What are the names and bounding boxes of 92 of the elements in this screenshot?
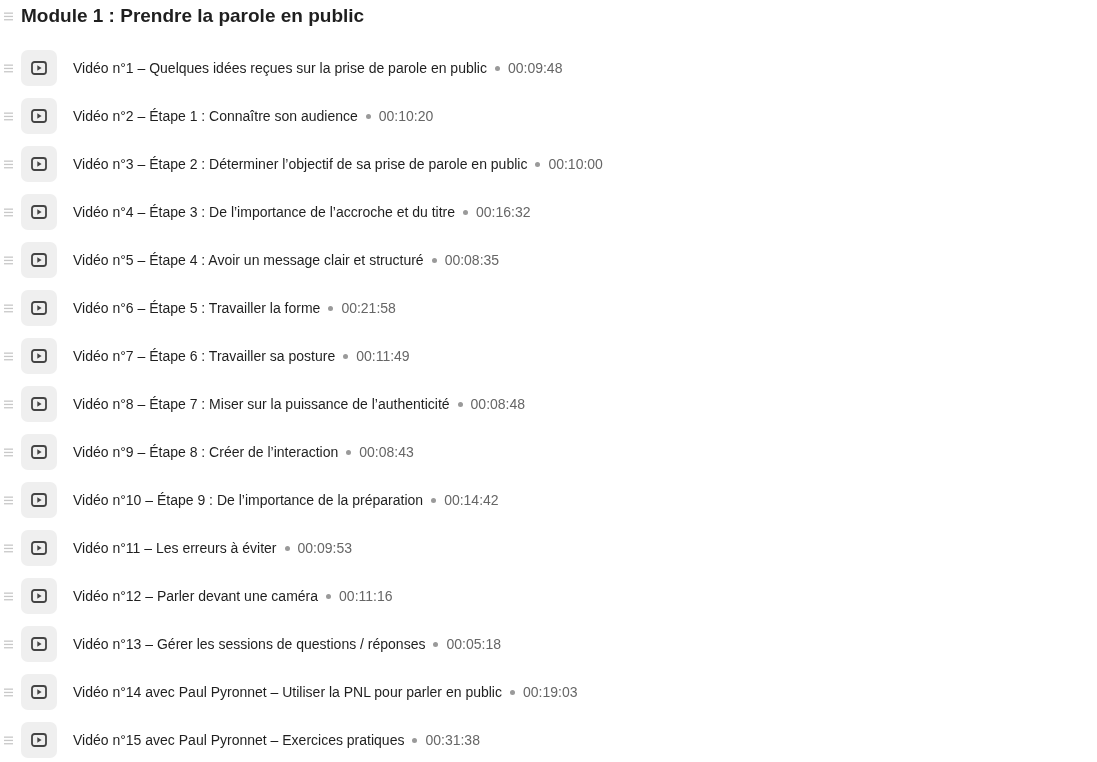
play-icon [31, 493, 47, 507]
lesson-title[interactable]: Vidéo n°2 – Étape 1 : Connaître son audience [73, 105, 358, 127]
drag-handle-icon[interactable] [4, 495, 13, 505]
separator-dot [509, 689, 515, 695]
drag-handle-icon[interactable] [4, 303, 13, 313]
separator-dot [284, 545, 290, 551]
video-button[interactable] [21, 530, 57, 566]
separator-dot [535, 161, 541, 167]
video-button[interactable] [21, 386, 57, 422]
separator-dot [433, 641, 439, 647]
lesson-title[interactable]: Vidéo n°9 – Étape 8 : Créer de l’interaction [73, 441, 339, 463]
duration: 00:05:18 [446, 634, 501, 654]
play-icon [31, 301, 47, 315]
play-icon [31, 445, 47, 459]
duration: 00:08:48 [470, 394, 526, 414]
module-title: Module 1 : Prendre la parole en public [21, 4, 365, 28]
drag-handle-icon[interactable] [4, 639, 13, 649]
lesson-title[interactable]: Vidéo n°13 – Gérer les sessions de questions / réponses [73, 633, 426, 655]
drag-handle-icon[interactable] [4, 255, 13, 265]
play-icon [31, 637, 47, 651]
play-icon [31, 397, 47, 411]
play-icon [31, 733, 47, 747]
duration: 00:10:20 [378, 106, 434, 126]
video-button[interactable] [21, 434, 57, 470]
lesson-title[interactable]: Vidéo n°15 avec Paul Pyronnet – Exercices pratiques [73, 729, 405, 751]
video-button[interactable] [21, 290, 57, 326]
lesson-title[interactable]: Vidéo n°6 – Étape 5 : Travailler la forme [73, 297, 321, 319]
drag-handle-icon[interactable] [4, 351, 13, 361]
separator-dot [343, 353, 349, 359]
separator-dot [328, 305, 334, 311]
separator-dot [365, 113, 371, 119]
video-button[interactable] [21, 722, 57, 758]
play-icon [31, 157, 47, 171]
drag-handle-icon[interactable] [4, 543, 13, 553]
play-icon [31, 109, 47, 123]
separator-dot [346, 449, 352, 455]
lesson-title[interactable]: Vidéo n°7 – Étape 6 : Travailler sa posture [73, 345, 336, 367]
duration: 00:08:35 [444, 250, 500, 270]
drag-handle-icon[interactable] [4, 447, 13, 457]
video-button[interactable] [21, 674, 57, 710]
drag-handle-icon[interactable] [4, 399, 13, 409]
duration: 00:09:48 [507, 58, 563, 78]
separator-dot [431, 257, 437, 263]
separator-dot [457, 401, 463, 407]
drag-handle-icon[interactable] [4, 63, 13, 73]
duration: 00:11:16 [339, 586, 393, 606]
lesson-title[interactable]: Vidéo n°4 – Étape 3 : De l’importance de l’accroche et du titre [73, 201, 455, 223]
video-button[interactable] [21, 626, 57, 662]
lesson-title[interactable]: Vidéo n°8 – Étape 7 : Miser sur la puissance de l’authenticité [73, 393, 450, 415]
separator-dot [463, 209, 468, 215]
separator-dot [412, 737, 418, 743]
play-icon [31, 541, 47, 555]
lesson-title[interactable]: Vidéo n°12 – Parler devant une caméra [73, 585, 319, 607]
lesson-title[interactable]: Vidéo n°14 avec Paul Pyronnet – Utiliser la PNL pour parler en public [73, 681, 502, 703]
separator-dot [431, 497, 437, 503]
lesson-title[interactable]: Vidéo n°3 – Étape 2 : Déterminer l’objectif de sa prise de parole en public [73, 153, 528, 175]
lesson-title[interactable]: Vidéo n°10 – Étape 9 : De l’importance de la préparation [73, 489, 424, 511]
duration: 00:19:03 [522, 682, 578, 702]
play-icon [31, 685, 47, 699]
lesson-title[interactable]: Vidéo n°5 – Étape 4 : Avoir un message clair et structuré [73, 249, 424, 271]
duration: 00:31:38 [425, 730, 480, 750]
lesson-title[interactable]: Vidéo n°1 – Quelques idées reçues sur la prise de parole en public [73, 57, 487, 79]
video-button[interactable] [21, 578, 57, 614]
separator-dot [494, 65, 500, 71]
play-icon [31, 205, 47, 219]
video-button[interactable] [21, 338, 57, 374]
duration: 00:21:58 [341, 298, 396, 318]
duration: 00:14:42 [444, 490, 499, 510]
duration: 00:10:00 [548, 154, 603, 174]
video-button[interactable] [21, 242, 57, 278]
video-button[interactable] [21, 50, 57, 86]
drag-handle-icon[interactable] [4, 591, 13, 601]
lesson-title[interactable]: Vidéo n°11 – Les erreurs à éviter [73, 537, 277, 559]
video-button[interactable] [21, 482, 57, 518]
play-icon [31, 61, 47, 75]
duration: 00:11:49 [356, 346, 410, 366]
drag-handle-icon[interactable] [4, 207, 13, 217]
drag-handle-icon[interactable] [4, 687, 13, 697]
duration: 00:08:43 [359, 442, 414, 462]
play-icon [31, 349, 47, 363]
video-button[interactable] [21, 98, 57, 134]
drag-handle-icon[interactable] [4, 11, 13, 21]
drag-handle-icon[interactable] [4, 735, 13, 745]
video-button[interactable] [21, 146, 57, 182]
separator-dot [326, 593, 332, 599]
duration: 00:16:32 [476, 202, 531, 222]
play-icon [31, 253, 47, 267]
video-button[interactable] [21, 194, 57, 230]
drag-handle-icon[interactable] [4, 111, 13, 121]
drag-handle-icon[interactable] [4, 159, 13, 169]
play-icon [31, 589, 47, 603]
duration: 00:09:53 [297, 538, 353, 558]
